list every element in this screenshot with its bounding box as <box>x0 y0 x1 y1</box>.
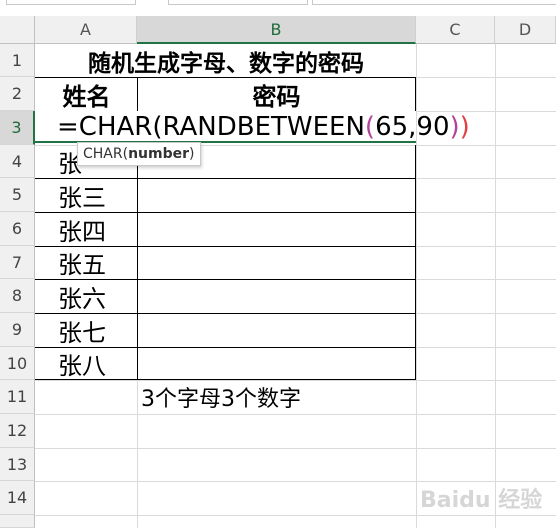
row-label: 3 <box>11 118 22 137</box>
row-label: 9 <box>11 320 23 339</box>
column-label: B <box>270 19 282 39</box>
column-header-d[interactable]: D <box>495 16 556 44</box>
row-header-10[interactable]: 10 <box>0 347 35 380</box>
name-cell[interactable]: 张六 <box>58 279 106 313</box>
row-label: 11 <box>6 387 28 406</box>
ribbon-edge <box>0 0 556 5</box>
row-label: 13 <box>6 454 28 474</box>
formula-text[interactable]: =CHAR(RANDBETWEEN(65,90)) <box>57 109 470 145</box>
name-cell[interactable]: 张八 <box>58 347 106 380</box>
row-header-12[interactable]: 12 <box>0 414 35 448</box>
row-header-8[interactable]: 8 <box>0 279 35 313</box>
row-header-4[interactable]: 4 <box>0 145 35 178</box>
column-label: D <box>518 20 532 39</box>
gridline <box>35 448 556 449</box>
row-header-13[interactable]: 13 <box>0 448 35 481</box>
row-header-11[interactable]: 11 <box>0 380 35 414</box>
select-all-corner[interactable] <box>0 16 35 44</box>
sheet-title: 随机生成字母、数字的密码 <box>88 50 364 77</box>
header-name-cell[interactable]: 姓名 <box>36 77 137 111</box>
row-header-3[interactable]: 3 <box>0 111 35 145</box>
tooltip-function: CHAR( <box>83 146 129 162</box>
table-border <box>137 145 138 380</box>
table-border <box>415 145 416 380</box>
name-cell[interactable]: 张五 <box>58 246 106 279</box>
row-header-1[interactable]: 1 <box>0 44 35 77</box>
row-label: 6 <box>11 219 23 238</box>
formula-paren-open: ( <box>364 112 376 142</box>
row-label: 10 <box>6 353 28 373</box>
row-label: 14 <box>6 488 28 507</box>
header-password-cell[interactable]: 密码 <box>138 77 415 111</box>
row-label: 7 <box>11 252 23 272</box>
row-header-9[interactable]: 9 <box>0 313 35 347</box>
row-header-7[interactable]: 7 <box>0 246 35 279</box>
row-header-14[interactable]: 14 <box>0 481 35 515</box>
name-cell[interactable]: 张七 <box>58 313 106 347</box>
column-header-c[interactable]: C <box>416 16 495 44</box>
column-label: A <box>80 20 91 39</box>
formula-args: 65,90 <box>375 112 450 142</box>
table-border <box>415 77 416 111</box>
gridline <box>35 414 556 415</box>
function-tooltip: CHAR(number) <box>77 142 201 166</box>
note-cell[interactable]: 3个字母3个数字 <box>141 380 301 414</box>
name-cell[interactable]: 张三 <box>58 178 106 212</box>
row-label: 12 <box>6 421 28 440</box>
formula-paren-close: ) <box>449 112 460 142</box>
gridline <box>495 44 496 528</box>
column-header-a[interactable]: A <box>35 16 137 44</box>
column-header-b[interactable]: B <box>137 16 416 44</box>
formula-paren-end: ) <box>459 112 470 142</box>
column-label: C <box>449 20 461 39</box>
row-label: 8 <box>11 286 23 305</box>
formula-function: =CHAR(RANDBETWEEN <box>57 112 365 142</box>
row-label: 1 <box>11 50 23 70</box>
row-header-5[interactable]: 5 <box>0 178 35 212</box>
row-label: 5 <box>11 185 23 204</box>
row-label: 2 <box>11 84 23 103</box>
name-cell[interactable]: 张四 <box>58 212 106 246</box>
tooltip-argument[interactable]: number <box>128 146 189 162</box>
row-header-6[interactable]: 6 <box>0 212 35 246</box>
row-header-2[interactable]: 2 <box>0 77 35 111</box>
watermark-logo: Baidu 经验 <box>420 488 543 513</box>
row-header-15[interactable] <box>0 515 35 528</box>
tooltip-close-paren: ) <box>189 146 195 162</box>
row-label: 4 <box>11 151 23 171</box>
